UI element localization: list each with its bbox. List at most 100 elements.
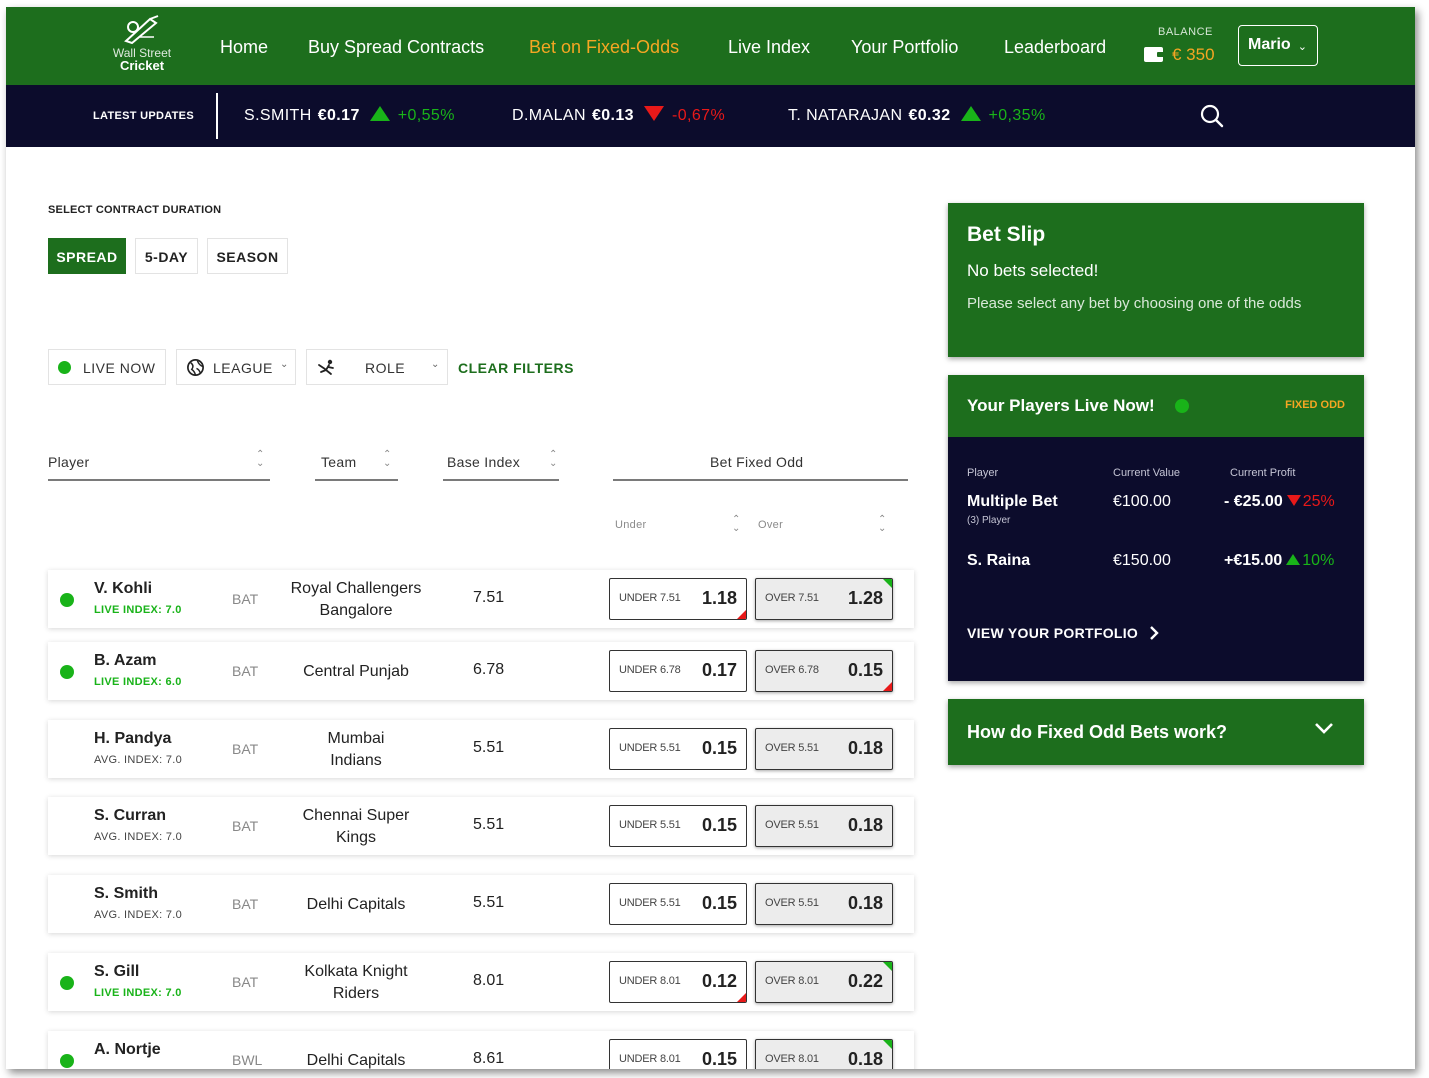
team-name: Central Punjab [276, 661, 436, 683]
arrow-up-icon [1286, 554, 1301, 565]
under-odd-button[interactable]: UNDER 5.51 0.15 [609, 805, 747, 847]
arrow-up-icon [960, 106, 981, 121]
team-name-line: Royal Challengers [290, 580, 422, 597]
team-name: Chennai Super Kings [276, 805, 436, 849]
team-name-line: Riders [332, 985, 380, 1002]
over-odd-button[interactable]: OVER 6.78 0.15 [755, 650, 893, 692]
sort-icon[interactable]: ⌃ ⌄ [383, 450, 391, 469]
table-row: V. Kohli LIVE INDEX: 7.0 BAT Royal Challeng… [48, 570, 914, 628]
over-odd-button[interactable]: OVER 5.51 0.18 [755, 728, 893, 770]
player-name[interactable]: S. Gill [94, 963, 139, 981]
team-name-line: Bangalore [319, 602, 393, 619]
player-name[interactable]: B. Azam [94, 652, 157, 670]
over-odd-button[interactable]: OVER 8.01 0.22 [755, 961, 893, 1003]
header-underline [48, 479, 270, 481]
under-odd-button[interactable]: UNDER 5.51 0.15 [609, 883, 747, 925]
contract-duration-label: SELECT CONTRACT DURATION [48, 204, 222, 216]
team-name-line: Kings [335, 829, 377, 846]
wallet-icon [1144, 47, 1164, 62]
players-row-value: €100.00 [1113, 493, 1171, 510]
over-odd-button[interactable]: OVER 7.51 1.28 [755, 578, 893, 620]
latest-updates-label: LATEST UPDATES [93, 110, 194, 122]
bet-slip-status: No bets selected! [967, 261, 1099, 280]
globe-icon [187, 359, 204, 376]
bet-slip-panel: Bet Slip No bets selected! Please select… [948, 203, 1364, 357]
col-base-index-header[interactable]: Base Index [447, 454, 520, 470]
arrow-down-icon [1286, 495, 1301, 506]
under-odd-button[interactable]: UNDER 8.01 0.12 [609, 961, 747, 1003]
odd-label: UNDER 5.51 [619, 819, 681, 831]
team-name: Delhi Capitals [276, 894, 436, 916]
player-role: BAT [232, 896, 259, 912]
league-filter[interactable]: LEAGUE ⌄ [176, 349, 296, 385]
over-odd-button[interactable]: OVER 8.01 0.18 [755, 1039, 893, 1069]
fixed-odds-faq-accordion[interactable]: How do Fixed Odd Bets work? [948, 699, 1364, 765]
odd-value: 0.22 [847, 971, 883, 991]
duration-5-day-button[interactable]: 5-DAY [135, 238, 198, 274]
sort-icon[interactable]: ⌃ ⌄ [256, 450, 264, 469]
players-row-name[interactable]: S. Raina [967, 552, 1030, 570]
team-name: Kolkata Knight Riders [276, 961, 436, 1005]
players-row-profit: - €25.00 25% [1224, 493, 1335, 511]
under-odd-button[interactable]: UNDER 6.78 0.17 [609, 650, 747, 692]
nav-live-index[interactable]: Live Index [728, 37, 810, 58]
fixed-odd-tag: FIXED ODD [1285, 399, 1345, 411]
search-icon[interactable] [1200, 104, 1224, 128]
table-row: A. Nortje BWL Delhi Capitals 8.61 UNDER 8.01… [48, 1031, 914, 1069]
nav-bet-on-fixed-odds[interactable]: Bet on Fixed-Odds [529, 37, 679, 58]
base-index: 6.78 [473, 661, 505, 678]
players-col-player: Player [967, 467, 999, 479]
arrow-down-icon [643, 106, 664, 121]
top-nav: Wall Street Cricket Home Buy Spread Cont… [6, 7, 1415, 85]
over-odd-button[interactable]: OVER 5.51 0.18 [755, 883, 893, 925]
sort-icon[interactable]: ⌃ ⌄ [732, 515, 740, 534]
player-role: BAT [232, 663, 259, 679]
clear-filters-link[interactable]: CLEAR FILTERS [458, 360, 574, 376]
odd-value: 0.15 [847, 660, 883, 680]
ticker-price: €0.13 [591, 107, 634, 124]
team-name-line: Delhi Capitals [306, 896, 406, 913]
role-filter[interactable]: ROLE ⌄ [306, 349, 448, 385]
col-under-header[interactable]: Under [615, 519, 646, 531]
odd-label: UNDER 6.78 [619, 664, 681, 676]
live-now-filter[interactable]: LIVE NOW [48, 349, 166, 385]
over-odd-button[interactable]: OVER 5.51 0.18 [755, 805, 893, 847]
view-portfolio-link[interactable]: VIEW YOUR PORTFOLIO [967, 625, 1160, 641]
player-name[interactable]: A. Nortje [94, 1041, 161, 1059]
players-live-title: Your Players Live Now! [967, 396, 1155, 415]
player-index: AVG. INDEX: 7.0 [94, 909, 183, 921]
ticker-player: D.MALAN [512, 107, 586, 124]
odd-label: UNDER 7.51 [619, 592, 681, 604]
player-name[interactable]: V. Kohli [94, 580, 152, 598]
live-now-label: LIVE NOW [83, 360, 156, 376]
nav-home[interactable]: Home [220, 37, 268, 58]
under-odd-button[interactable]: UNDER 8.01 0.15 [609, 1039, 747, 1069]
sort-icon[interactable]: ⌃ ⌄ [549, 450, 557, 469]
sort-icon[interactable]: ⌃ ⌄ [878, 515, 886, 534]
duration-spread-button[interactable]: SPREAD [48, 238, 126, 274]
players-live-panel: Your Players Live Now! FIXED ODD Player … [948, 375, 1364, 681]
duration-season-button[interactable]: SEASON [207, 238, 288, 274]
ticker-item[interactable]: D.MALAN €0.13 -0,67% [512, 106, 725, 125]
nav-leaderboard[interactable]: Leaderboard [1004, 37, 1106, 58]
col-over-header[interactable]: Over [758, 519, 783, 531]
col-player-header[interactable]: Player [48, 454, 89, 470]
nav-buy-spread-contracts[interactable]: Buy Spread Contracts [308, 37, 484, 58]
nav-your-portfolio[interactable]: Your Portfolio [851, 37, 958, 58]
player-name[interactable]: H. Pandya [94, 730, 171, 748]
under-odd-button[interactable]: UNDER 7.51 1.18 [609, 578, 747, 620]
logo[interactable]: Wall Street Cricket [102, 15, 182, 77]
under-odd-button[interactable]: UNDER 5.51 0.15 [609, 728, 747, 770]
player-name[interactable]: S. Curran [94, 807, 166, 825]
role-label: ROLE [365, 360, 406, 376]
odd-value: 0.18 [847, 815, 883, 835]
player-name[interactable]: S. Smith [94, 885, 158, 903]
user-menu-button[interactable]: Mario ⌄ [1238, 25, 1318, 66]
live-dot-icon [58, 361, 71, 374]
bet-slip-title: Bet Slip [967, 223, 1046, 246]
faq-title: How do Fixed Odd Bets work? [967, 722, 1228, 742]
ticker-item[interactable]: T. NATARAJAN €0.32 +0,35% [788, 106, 1046, 125]
players-row-name[interactable]: Multiple Bet [967, 493, 1058, 511]
col-team-header[interactable]: Team [321, 454, 356, 470]
ticker-item[interactable]: S.SMITH €0.17 +0,55% [244, 106, 455, 125]
